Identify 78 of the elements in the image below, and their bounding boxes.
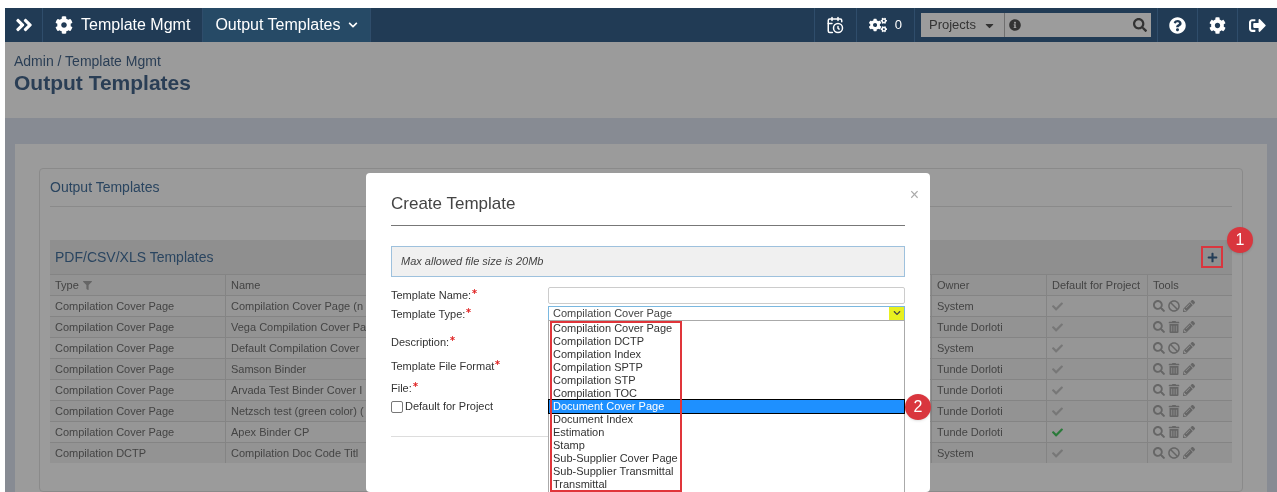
filter-icon[interactable] (82, 280, 92, 290)
add-button[interactable] (1201, 246, 1223, 268)
trash-icon[interactable] (1168, 426, 1180, 438)
table-cell-text: Samson Binder (231, 361, 307, 377)
chevron-down-icon (348, 20, 359, 30)
trash-icon[interactable] (1168, 321, 1180, 333)
view-icon[interactable] (1153, 342, 1165, 354)
view-icon[interactable] (1153, 426, 1165, 438)
edit-icon[interactable] (1183, 363, 1195, 375)
field-label: Description: (391, 334, 450, 350)
dropdown-option[interactable]: Estimation (549, 425, 904, 439)
checkbox-label: Default for Project (405, 399, 494, 415)
checkbox[interactable] (391, 400, 403, 413)
disable-icon[interactable] (1168, 300, 1180, 312)
trash-icon[interactable] (1168, 363, 1180, 375)
table-cell-text: Default Compilation Cover (231, 340, 360, 356)
card-title: Output Templates (50, 178, 160, 197)
dropdown-option[interactable]: Document Index (549, 412, 904, 426)
view-icon[interactable] (1153, 321, 1165, 333)
nav-breadcrumb[interactable]: Output Templates (203, 8, 372, 42)
edit-icon[interactable] (1183, 447, 1195, 459)
dropdown-option[interactable]: Stamp (549, 438, 904, 452)
table-cell-text: Compilation Cover Page (n (231, 298, 364, 314)
trash-icon[interactable] (1168, 384, 1180, 396)
dropdown-option[interactable]: Compilation TOC (549, 386, 904, 400)
view-icon[interactable] (1153, 447, 1165, 459)
breadcrumb: Admin / Template Mgmt (14, 52, 162, 70)
step-number-badge: 2 (905, 393, 931, 420)
edit-icon[interactable] (1183, 384, 1195, 396)
info-icon (1009, 19, 1021, 31)
table-cell: Compilation DCTP (50, 443, 226, 463)
table-cell-text: Compilation Doc Code Titl (231, 445, 359, 461)
search-icon[interactable] (1133, 18, 1147, 32)
dropdown-option[interactable]: Compilation SPTP (549, 360, 904, 374)
disable-icon[interactable] (1168, 342, 1180, 354)
view-icon[interactable] (1153, 300, 1165, 312)
field-label: File: (391, 380, 412, 396)
table-title: PDF/CSV/XLS Templates (55, 247, 214, 267)
edit-icon[interactable] (1183, 405, 1195, 417)
cogs-icon (868, 16, 887, 34)
page-title: Output Templates (14, 70, 192, 96)
chevron-down-icon (892, 309, 901, 317)
edit-icon[interactable] (1183, 300, 1195, 312)
dialog-title: Create Template (391, 193, 516, 215)
settings-icon[interactable] (1209, 16, 1226, 34)
dropdown-option[interactable]: Compilation Cover Page (549, 321, 904, 335)
trash-icon[interactable] (1168, 405, 1180, 417)
view-icon[interactable] (1153, 384, 1165, 396)
help-icon[interactable] (1169, 16, 1186, 34)
notice-box: Max allowed file size is 20Mb (391, 245, 905, 277)
table-cell-text: Apex Binder CP (231, 424, 310, 440)
view-icon[interactable] (1153, 363, 1165, 375)
schedule-board-icon[interactable] (826, 16, 845, 34)
disable-icon[interactable] (1168, 447, 1180, 459)
logout-icon[interactable] (1249, 16, 1266, 34)
dropdown-toggle[interactable] (889, 306, 904, 320)
table-cell-text: Netzsch test (green color) ( (231, 403, 364, 419)
project-select[interactable]: Projects (921, 13, 1005, 37)
gear-icon (55, 16, 73, 34)
plus-icon (1206, 251, 1218, 263)
template-name-field[interactable] (548, 287, 905, 304)
view-icon[interactable] (1153, 405, 1165, 417)
table-cell: System (932, 443, 1047, 463)
table-cell-text: Arvada Test Binder Cover I (231, 382, 363, 398)
edit-icon[interactable] (1183, 426, 1195, 438)
table-cell-text: Vega Compilation Cover Pa (231, 319, 367, 335)
dropdown-option[interactable]: Compilation DCTP (549, 334, 904, 348)
field-label: Template Type: (391, 306, 466, 322)
field-label: Template File Format (391, 358, 495, 374)
dropdown-option[interactable]: Compilation STP (549, 373, 904, 387)
dropdown-option[interactable]: Compilation Index (549, 347, 904, 361)
edit-icon[interactable] (1183, 342, 1195, 354)
dropdown-option[interactable]: Sub-Supplier Transmittal (549, 464, 904, 478)
search-field[interactable] (1005, 13, 1151, 37)
dropdown-option[interactable]: Transmittal (549, 477, 904, 491)
column-header: Tools (1152, 277, 1180, 293)
edit-icon[interactable] (1183, 321, 1195, 333)
dropdown-option[interactable]: Sub-Supplier Cover Page (549, 451, 904, 465)
